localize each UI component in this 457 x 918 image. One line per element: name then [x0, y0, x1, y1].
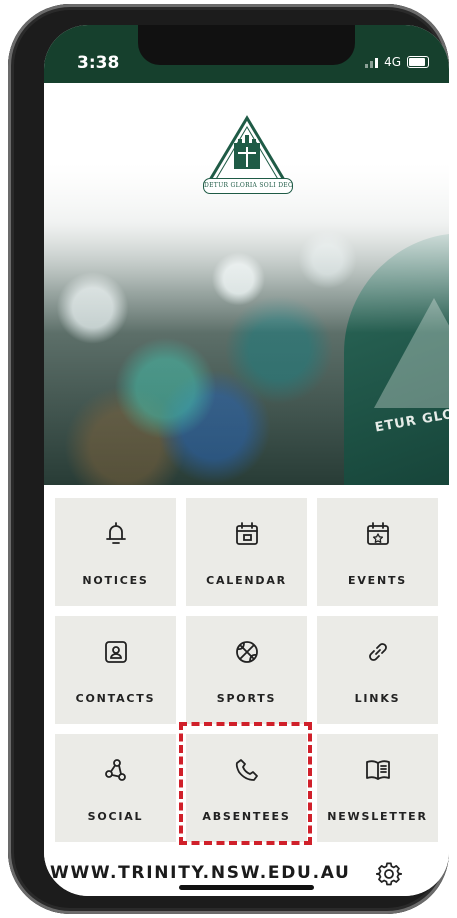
tile-label: NEWSLETTER [327, 810, 428, 823]
tile-links[interactable]: LINKS [317, 616, 438, 724]
link-icon [368, 643, 387, 661]
bell-icon [105, 522, 126, 544]
tile-social[interactable]: SOCIAL [55, 734, 176, 842]
app-screen: 3:38 4G ETUR GLORIA·SOL DETUR GLORIA SOL… [44, 25, 449, 896]
tile-sports[interactable]: SPORTS [186, 616, 307, 724]
tile-label: EVENTS [348, 574, 407, 587]
calendar-star-icon [366, 522, 389, 545]
hero-banner: ETUR GLORIA·SOL DETUR GLORIA SOLI DEO [44, 83, 449, 485]
tile-newsletter[interactable]: NEWSLETTER [317, 734, 438, 842]
phone-frame: 3:38 4G ETUR GLORIA·SOL DETUR GLORIA SOL… [8, 4, 449, 914]
tile-label: CONTACTS [75, 692, 156, 705]
status-indicators: 4G [365, 55, 429, 69]
network-type: 4G [384, 55, 401, 69]
tile-contacts[interactable]: CONTACTS [55, 616, 176, 724]
status-bar: 3:38 4G [44, 25, 449, 83]
contact-card-icon [104, 641, 127, 663]
website-link[interactable]: WWW.TRINITY.NSW.EDU.AU [50, 863, 351, 883]
basketball-icon [235, 641, 258, 663]
signal-icon [365, 56, 379, 68]
social-network-icon [104, 759, 126, 781]
tile-label: NOTICES [82, 574, 149, 587]
gear-icon[interactable] [376, 861, 402, 887]
calendar-icon [235, 522, 258, 545]
home-indicator [179, 885, 314, 890]
notch [138, 25, 355, 65]
school-motto: DETUR GLORIA SOLI DEO [203, 178, 293, 194]
battery-icon [407, 56, 429, 68]
book-icon [365, 760, 390, 780]
tile-events[interactable]: EVENTS [317, 498, 438, 606]
tile-label: CALENDAR [206, 574, 287, 587]
tile-label: LINKS [354, 692, 401, 705]
tile-notices[interactable]: NOTICES [55, 498, 176, 606]
status-time: 3:38 [77, 53, 120, 73]
tile-label: SPORTS [216, 692, 277, 705]
highlight-box [179, 722, 312, 845]
tile-label: SOCIAL [87, 810, 144, 823]
tile-calendar[interactable]: CALENDAR [186, 498, 307, 606]
